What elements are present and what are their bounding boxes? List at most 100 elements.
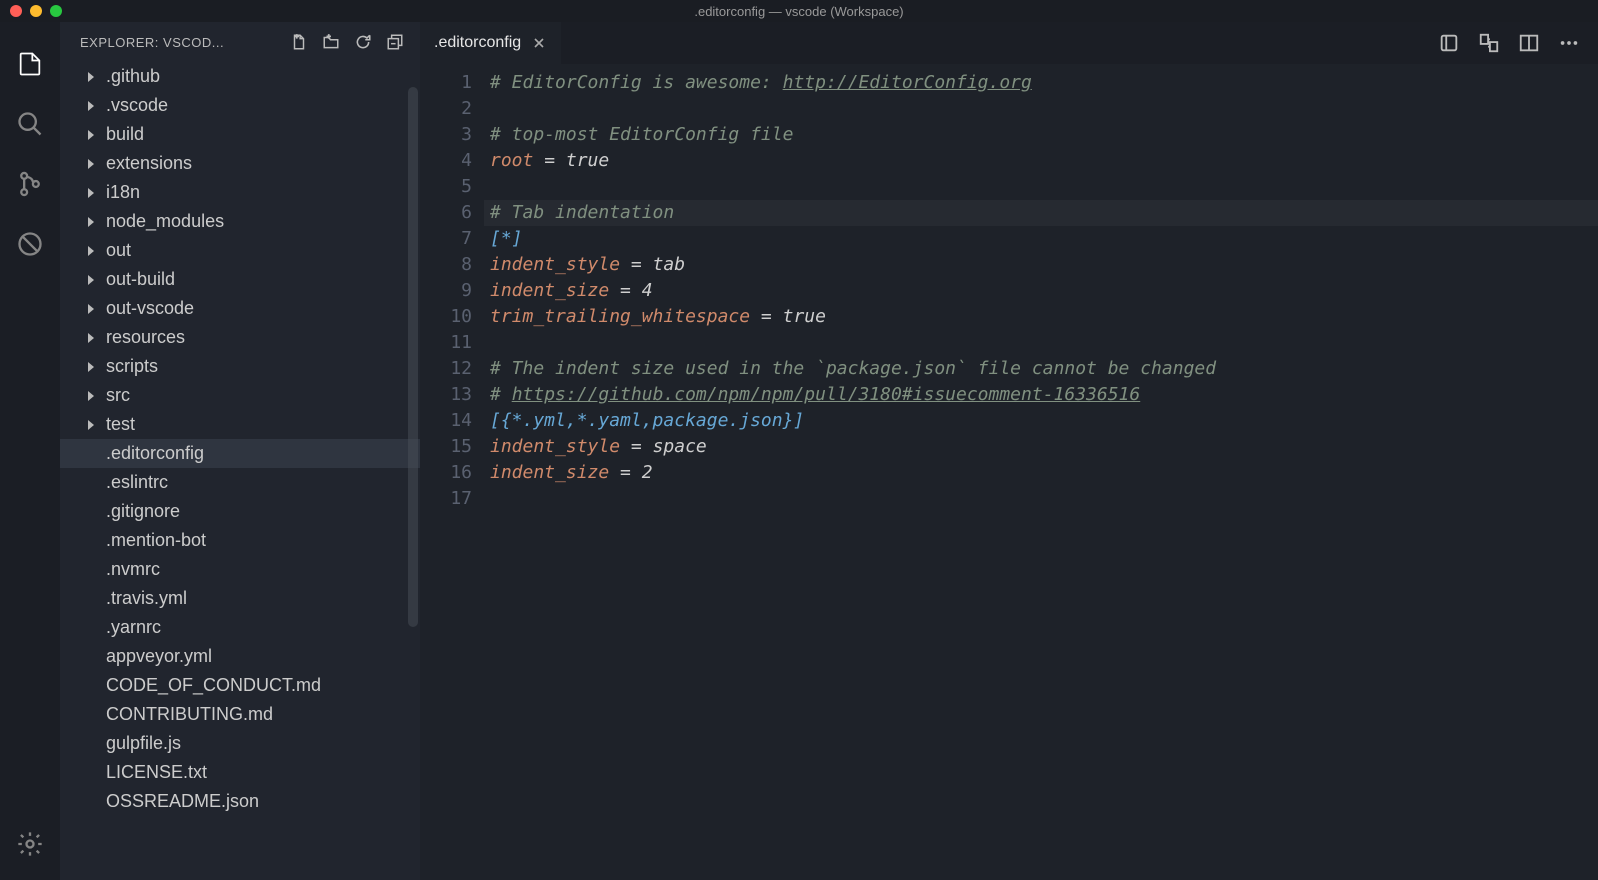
folder-item-out-vscode[interactable]: out-vscode xyxy=(60,294,420,323)
file-item--yarnrc[interactable]: .yarnrc xyxy=(60,613,420,642)
code-line[interactable]: indent_size = 4 xyxy=(490,278,1598,304)
file-item--gitignore[interactable]: .gitignore xyxy=(60,497,420,526)
sidebar: EXPLORER: VSCOD... .github .vscode buildex… xyxy=(60,22,420,880)
tree-item-label: CONTRIBUTING.md xyxy=(106,704,273,725)
activity-search[interactable] xyxy=(6,100,54,148)
line-number: 10 xyxy=(420,304,472,330)
tree-item-label: .mention-bot xyxy=(106,530,206,551)
tree-item-label: .gitignore xyxy=(106,501,180,522)
folder-item--vscode[interactable]: .vscode xyxy=(60,91,420,120)
sidebar-title: EXPLORER: VSCOD... xyxy=(80,35,290,50)
tree-item-label: .vscode xyxy=(106,95,168,116)
tree-item-label: OSSREADME.json xyxy=(106,791,259,812)
code-content[interactable]: # EditorConfig is awesome: http://Editor… xyxy=(490,70,1598,880)
file-item-license-txt[interactable]: LICENSE.txt xyxy=(60,758,420,787)
code-line[interactable]: indent_size = 2 xyxy=(490,460,1598,486)
folder-item-extensions[interactable]: extensions xyxy=(60,149,420,178)
window-close-button[interactable] xyxy=(10,5,22,17)
tree-item-label: gulpfile.js xyxy=(106,733,181,754)
line-number: 5 xyxy=(420,174,472,200)
compare-icon[interactable] xyxy=(1478,32,1500,54)
file-item--nvmrc[interactable]: .nvmrc xyxy=(60,555,420,584)
activity-source-control[interactable] xyxy=(6,160,54,208)
tab-editorconfig[interactable]: .editorconfig xyxy=(420,22,561,64)
folder-item-out-build[interactable]: out-build xyxy=(60,265,420,294)
folder-item-test[interactable]: test xyxy=(60,410,420,439)
new-folder-icon[interactable] xyxy=(322,33,340,51)
code-line[interactable] xyxy=(490,330,1598,356)
code-line[interactable]: # The indent size used in the `package.j… xyxy=(490,356,1598,382)
line-number: 13 xyxy=(420,382,472,408)
folder-item--github[interactable]: .github xyxy=(60,62,420,91)
folder-item-build[interactable]: build xyxy=(60,120,420,149)
titlebar: .editorconfig — vscode (Workspace) xyxy=(0,0,1598,22)
collapse-all-icon[interactable] xyxy=(386,33,404,51)
tree-item-label: appveyor.yml xyxy=(106,646,212,667)
folder-item-resources[interactable]: resources xyxy=(60,323,420,352)
code-line[interactable]: [*] xyxy=(490,226,1598,252)
code-line[interactable] xyxy=(490,174,1598,200)
code-line[interactable]: # top-most EditorConfig file xyxy=(490,122,1598,148)
window-title: .editorconfig — vscode (Workspace) xyxy=(694,4,903,19)
line-number: 6 xyxy=(420,200,472,226)
folder-item-i18n[interactable]: i18n xyxy=(60,178,420,207)
code-line[interactable]: indent_style = space xyxy=(490,434,1598,460)
code-line[interactable] xyxy=(490,96,1598,122)
close-icon[interactable] xyxy=(531,35,547,51)
code-line[interactable]: trim_trailing_whitespace = true xyxy=(490,304,1598,330)
code-line[interactable]: # Tab indentation xyxy=(484,200,1598,226)
activity-explorer[interactable] xyxy=(6,40,54,88)
scrollbar[interactable] xyxy=(408,87,418,627)
tree-item-label: CODE_OF_CONDUCT.md xyxy=(106,675,321,696)
split-editor-icon[interactable] xyxy=(1518,32,1540,54)
window-maximize-button[interactable] xyxy=(50,5,62,17)
file-item-gulpfile-js[interactable]: gulpfile.js xyxy=(60,729,420,758)
code-line[interactable]: [{*.yml,*.yaml,package.json}] xyxy=(490,408,1598,434)
file-item--editorconfig[interactable]: .editorconfig xyxy=(60,439,420,468)
tree-item-label: LICENSE.txt xyxy=(106,762,207,783)
open-changes-icon[interactable] xyxy=(1438,32,1460,54)
tree-item-label: .github xyxy=(106,66,160,87)
activity-debug[interactable] xyxy=(6,220,54,268)
line-number: 1 xyxy=(420,70,472,96)
window-controls xyxy=(0,5,62,17)
tabs-bar: .editorconfig xyxy=(420,22,1598,64)
tree-item-label: src xyxy=(106,385,130,406)
folder-item-src[interactable]: src xyxy=(60,381,420,410)
tree-item-label: out xyxy=(106,240,131,261)
line-number: 12 xyxy=(420,356,472,382)
code-line[interactable]: # https://github.com/npm/npm/pull/3180#i… xyxy=(490,382,1598,408)
line-number: 15 xyxy=(420,434,472,460)
new-file-icon[interactable] xyxy=(290,33,308,51)
file-item-appveyor-yml[interactable]: appveyor.yml xyxy=(60,642,420,671)
code-line[interactable]: # EditorConfig is awesome: http://Editor… xyxy=(490,70,1598,96)
tree-item-label: .nvmrc xyxy=(106,559,160,580)
window-minimize-button[interactable] xyxy=(30,5,42,17)
line-number: 3 xyxy=(420,122,472,148)
code-line[interactable] xyxy=(490,486,1598,512)
tree-item-label: scripts xyxy=(106,356,158,377)
file-item-contributing-md[interactable]: CONTRIBUTING.md xyxy=(60,700,420,729)
folder-item-scripts[interactable]: scripts xyxy=(60,352,420,381)
more-actions-icon[interactable] xyxy=(1558,32,1580,54)
refresh-icon[interactable] xyxy=(354,33,372,51)
folder-item-out[interactable]: out xyxy=(60,236,420,265)
file-item--travis-yml[interactable]: .travis.yml xyxy=(60,584,420,613)
file-item-code-of-conduct-md[interactable]: CODE_OF_CONDUCT.md xyxy=(60,671,420,700)
tree-item-label: .editorconfig xyxy=(106,443,204,464)
file-tree[interactable]: .github .vscode buildextensionsi18n node_mo… xyxy=(60,62,420,880)
code-line[interactable]: root = true xyxy=(490,148,1598,174)
line-number: 8 xyxy=(420,252,472,278)
code-editor[interactable]: 1234567891011121314151617 # EditorConfig… xyxy=(420,64,1598,880)
tree-item-label: out-vscode xyxy=(106,298,194,319)
file-item--eslintrc[interactable]: .eslintrc xyxy=(60,468,420,497)
line-number: 2 xyxy=(420,96,472,122)
code-line[interactable]: indent_style = tab xyxy=(490,252,1598,278)
file-item--mention-bot[interactable]: .mention-bot xyxy=(60,526,420,555)
file-item-ossreadme-json[interactable]: OSSREADME.json xyxy=(60,787,420,816)
tree-item-label: node_modules xyxy=(106,211,224,232)
tab-label: .editorconfig xyxy=(434,34,521,52)
tree-item-label: .eslintrc xyxy=(106,472,168,493)
activity-settings[interactable] xyxy=(6,820,54,868)
folder-item-node-modules[interactable]: node_modules xyxy=(60,207,420,236)
